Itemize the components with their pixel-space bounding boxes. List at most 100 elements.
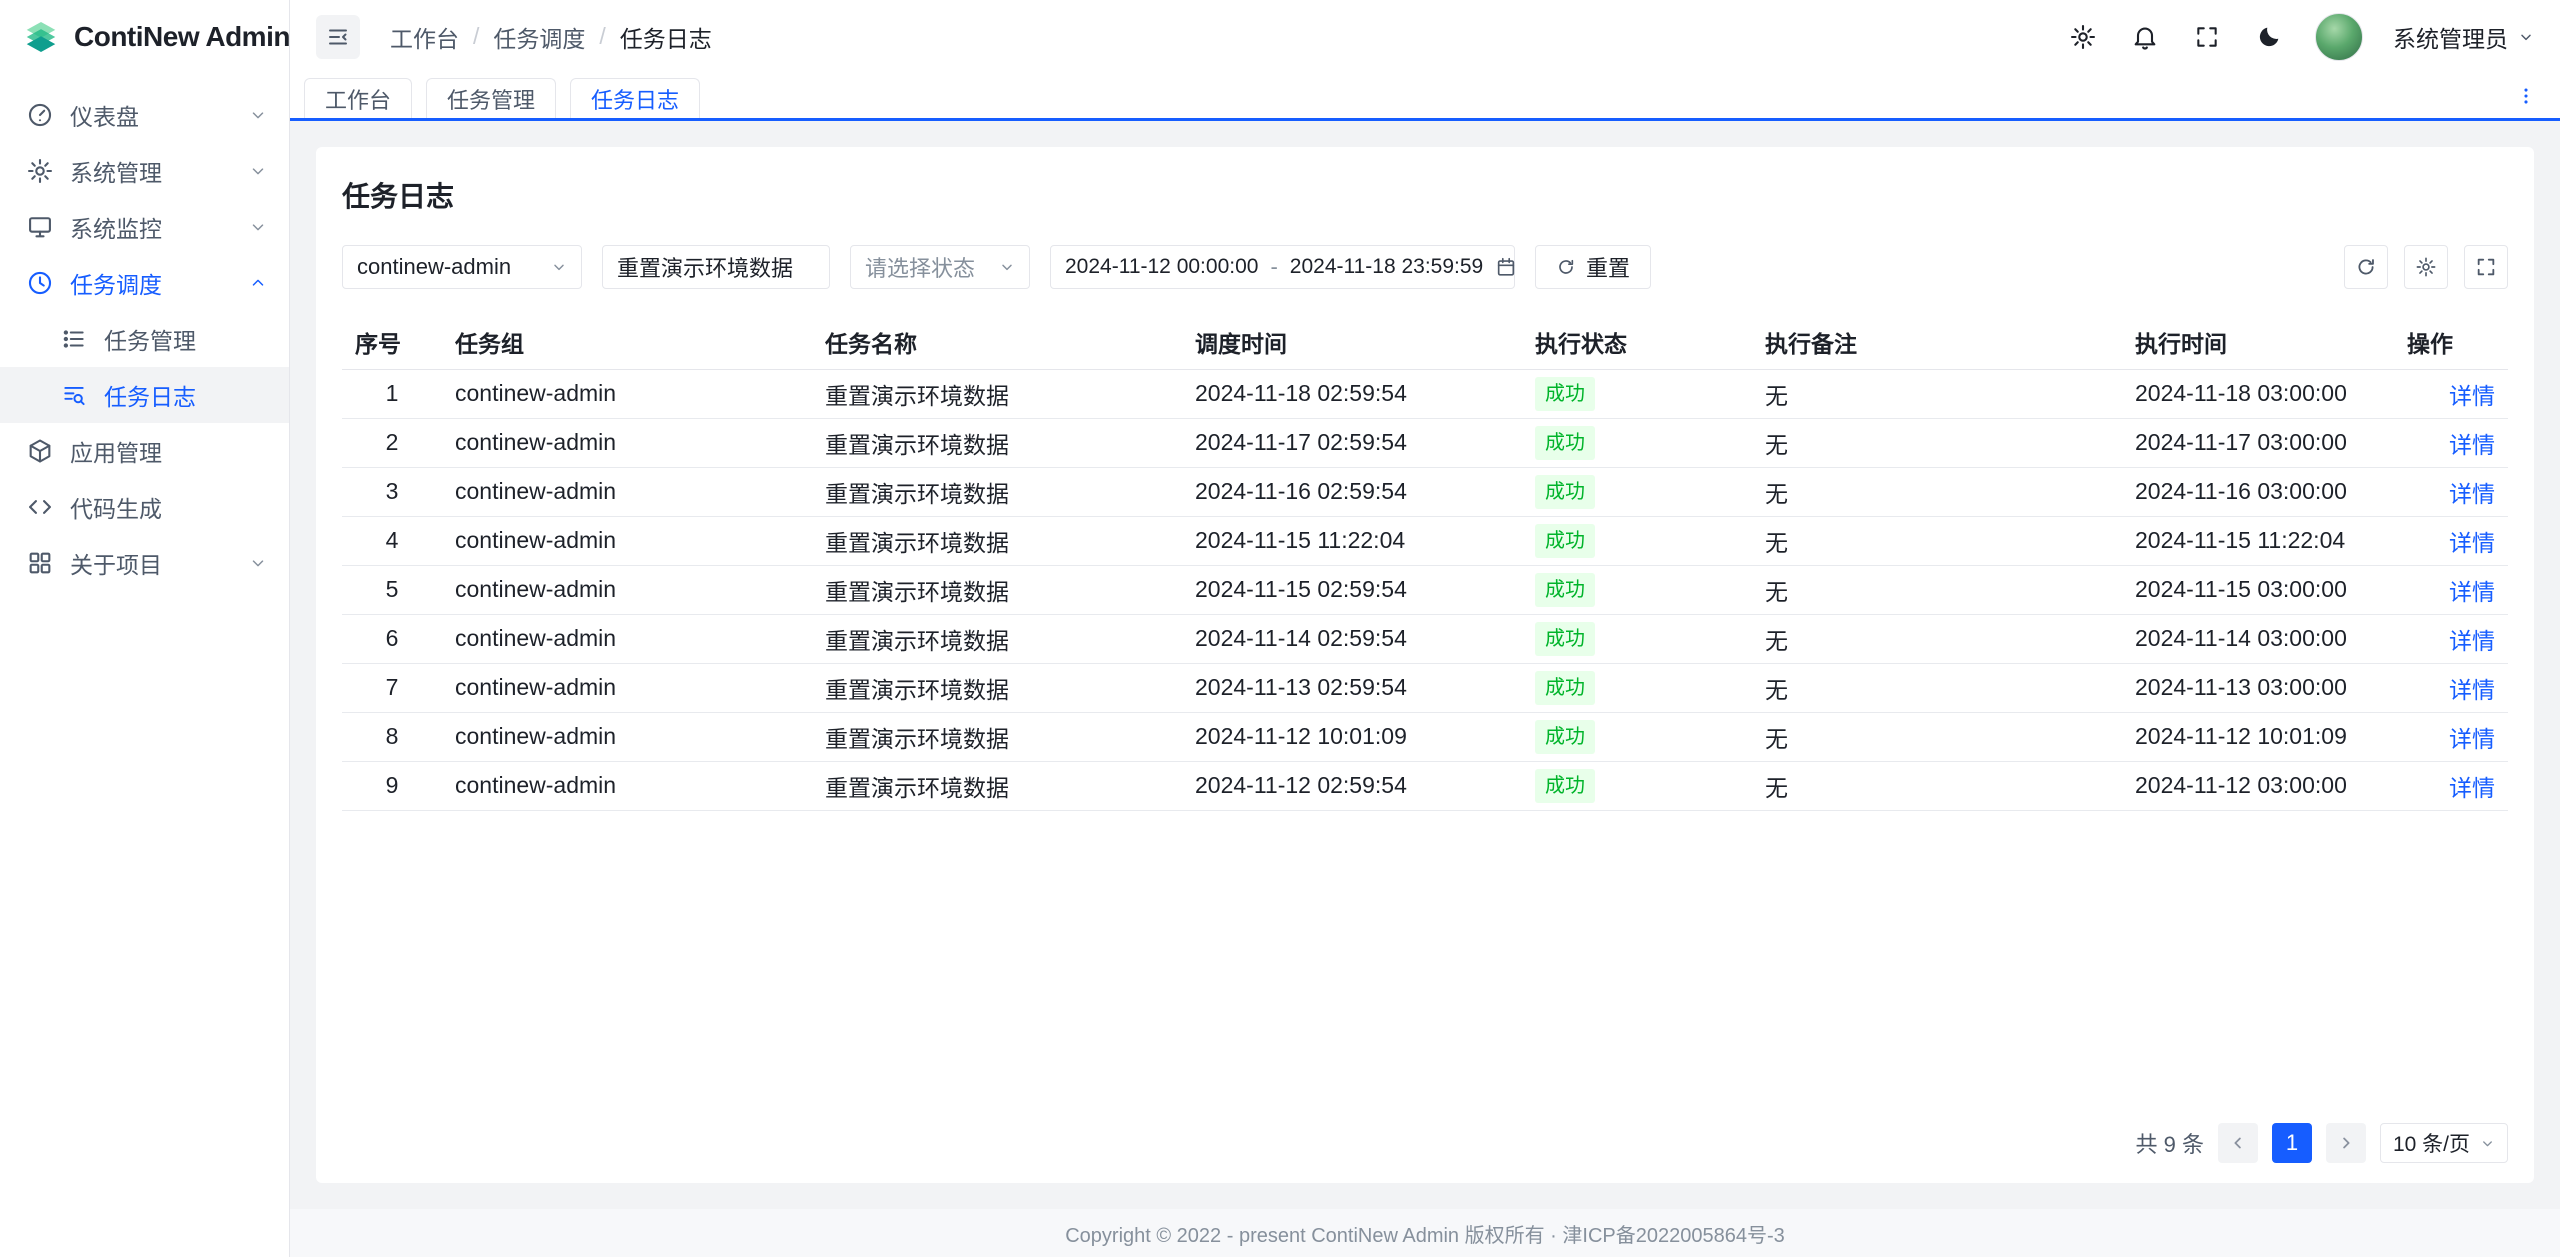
sidebar-item-label: 任务调度 [70, 266, 162, 300]
cell-remark: 无 [1752, 516, 2122, 565]
tab-task-management[interactable]: 任务管理 [426, 78, 556, 118]
user-menu[interactable]: 系统管理员 [2393, 20, 2534, 54]
cell-actions: 详情 [2394, 712, 2508, 761]
menu-fold-icon [326, 25, 350, 49]
tab-label: 工作台 [325, 83, 391, 115]
column-header-actions: 操作 [2394, 315, 2508, 369]
column-header-status: 执行状态 [1522, 315, 1752, 369]
cell-no: 7 [342, 663, 442, 712]
table-row: 4 continew-admin 重置演示环境数据 2024-11-15 11:… [342, 516, 2508, 565]
sidebar-item-system-monitor[interactable]: 系统监控 [0, 199, 289, 255]
sidebar-item-label: 任务管理 [104, 322, 196, 356]
column-header-no: 序号 [342, 315, 442, 369]
cell-status: 成功 [1522, 712, 1752, 761]
sidebar-item-label: 应用管理 [70, 434, 162, 468]
sidebar-item-label: 系统管理 [70, 154, 162, 188]
status-badge: 成功 [1535, 524, 1595, 558]
sidebar-item-system-management[interactable]: 系统管理 [0, 143, 289, 199]
page-title: 任务日志 [342, 175, 2508, 215]
column-settings-button[interactable] [2404, 245, 2448, 289]
reset-button[interactable]: 重置 [1535, 245, 1651, 289]
detail-link[interactable]: 详情 [2449, 579, 2495, 605]
chevron-down-icon [249, 218, 267, 236]
pagination-next-button[interactable] [2326, 1123, 2366, 1163]
settings-gear-icon[interactable] [2067, 21, 2099, 53]
tab-label: 任务管理 [447, 83, 535, 115]
tab-more-vertical-icon[interactable] [2508, 78, 2544, 114]
tab-label: 任务日志 [591, 83, 679, 115]
topbar: 工作台 / 任务调度 / 任务日志 [290, 0, 2560, 73]
cell-name: 重置演示环境数据 [812, 369, 1182, 418]
sidebar-menu: 仪表盘 系统管理 系统监控 [0, 73, 289, 591]
chevron-down-icon [2480, 1136, 2495, 1151]
log-search-icon [60, 381, 88, 409]
cell-actions: 详情 [2394, 369, 2508, 418]
cell-status: 成功 [1522, 516, 1752, 565]
table-row: 1 continew-admin 重置演示环境数据 2024-11-18 02:… [342, 369, 2508, 418]
cell-exec-time: 2024-11-12 10:01:09 [2122, 712, 2394, 761]
cell-no: 2 [342, 418, 442, 467]
sidebar-item-task-log[interactable]: 任务日志 [0, 367, 289, 423]
cell-exec-time: 2024-11-14 03:00:00 [2122, 614, 2394, 663]
detail-link[interactable]: 详情 [2449, 481, 2495, 507]
status-select[interactable]: 请选择状态 [850, 245, 1030, 289]
app-logo[interactable]: ContiNew Admin [0, 0, 289, 73]
breadcrumb-item[interactable]: 工作台 [390, 20, 459, 54]
detail-link[interactable]: 详情 [2449, 383, 2495, 409]
cell-status: 成功 [1522, 467, 1752, 516]
sidebar-collapse-button[interactable] [316, 15, 360, 59]
detail-link[interactable]: 详情 [2449, 432, 2495, 458]
pagination-page-1[interactable]: 1 [2272, 1123, 2312, 1163]
chevron-down-icon [249, 554, 267, 572]
grid-icon [26, 549, 54, 577]
detail-link[interactable]: 详情 [2449, 775, 2495, 801]
user-avatar[interactable] [2315, 13, 2363, 61]
detail-link[interactable]: 详情 [2449, 628, 2495, 654]
column-header-schedule-time: 调度时间 [1182, 315, 1522, 369]
page-size-select[interactable]: 10 条/页 [2380, 1123, 2508, 1163]
topbar-actions: 系统管理员 [2067, 13, 2534, 61]
dark-mode-moon-icon[interactable] [2253, 21, 2285, 53]
cell-schedule-time: 2024-11-18 02:59:54 [1182, 369, 1522, 418]
date-range-picker[interactable]: 2024-11-12 00:00:00 - 2024-11-18 23:59:5… [1050, 245, 1515, 289]
refresh-icon [1556, 257, 1576, 277]
cell-schedule-time: 2024-11-15 11:22:04 [1182, 516, 1522, 565]
status-badge: 成功 [1535, 377, 1595, 411]
notification-bell-icon[interactable] [2129, 21, 2161, 53]
sidebar-item-app-management[interactable]: 应用管理 [0, 423, 289, 479]
table-row: 3 continew-admin 重置演示环境数据 2024-11-16 02:… [342, 467, 2508, 516]
sidebar-item-task-scheduling[interactable]: 任务调度 [0, 255, 289, 311]
cell-actions: 详情 [2394, 663, 2508, 712]
cell-exec-time: 2024-11-15 11:22:04 [2122, 516, 2394, 565]
status-badge: 成功 [1535, 426, 1595, 460]
detail-link[interactable]: 详情 [2449, 530, 2495, 556]
task-list-icon [60, 325, 88, 353]
breadcrumb-item[interactable]: 任务调度 [493, 20, 585, 54]
tab-task-log[interactable]: 任务日志 [570, 78, 700, 118]
chevron-down-icon [2518, 29, 2534, 45]
sidebar-item-about-project[interactable]: 关于项目 [0, 535, 289, 591]
detail-link[interactable]: 详情 [2449, 677, 2495, 703]
tab-workbench[interactable]: 工作台 [304, 78, 412, 118]
cell-schedule-time: 2024-11-13 02:59:54 [1182, 663, 1522, 712]
cell-status: 成功 [1522, 614, 1752, 663]
cell-group: continew-admin [442, 516, 812, 565]
cell-no: 6 [342, 614, 442, 663]
table-toolbar [2344, 245, 2508, 289]
refresh-table-button[interactable] [2344, 245, 2388, 289]
sidebar-item-task-management[interactable]: 任务管理 [0, 311, 289, 367]
status-badge: 成功 [1535, 769, 1595, 803]
fullscreen-icon[interactable] [2191, 21, 2223, 53]
cell-actions: 详情 [2394, 418, 2508, 467]
job-name-input[interactable] [602, 245, 830, 289]
sidebar-item-dashboard[interactable]: 仪表盘 [0, 87, 289, 143]
cell-no: 5 [342, 565, 442, 614]
pagination-prev-button[interactable] [2218, 1123, 2258, 1163]
cell-group: continew-admin [442, 369, 812, 418]
job-group-select[interactable]: continew-admin [342, 245, 582, 289]
cell-schedule-time: 2024-11-15 02:59:54 [1182, 565, 1522, 614]
expand-table-button[interactable] [2464, 245, 2508, 289]
code-icon [26, 493, 54, 521]
detail-link[interactable]: 详情 [2449, 726, 2495, 752]
sidebar-item-code-generation[interactable]: 代码生成 [0, 479, 289, 535]
